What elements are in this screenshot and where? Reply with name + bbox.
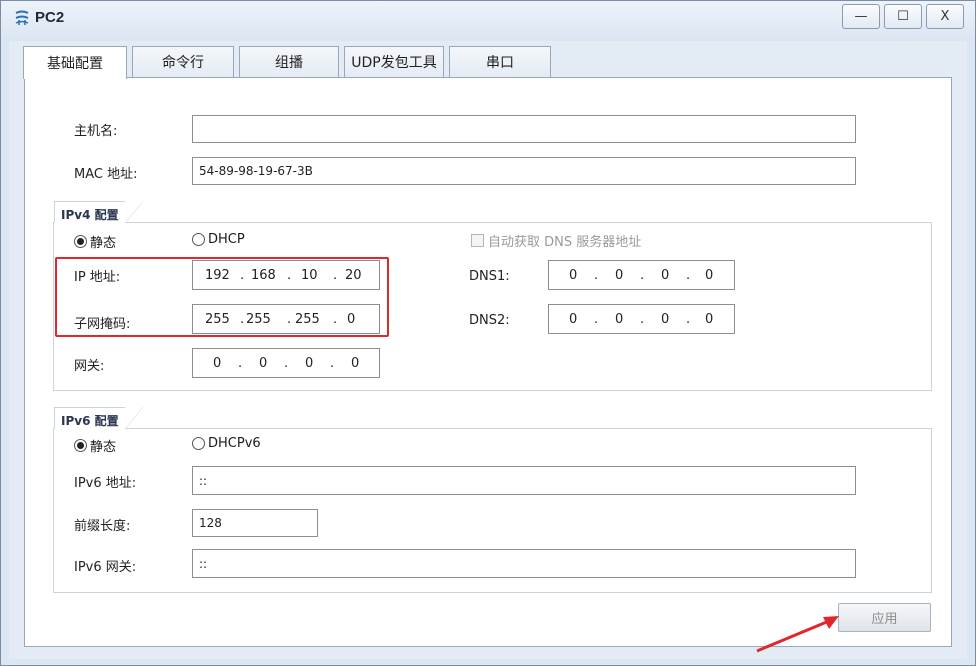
apply-button[interactable]: 应用 — [838, 603, 931, 632]
dns2-octet-2: 0 — [615, 311, 624, 327]
ipv4-dhcp-label: DHCP — [208, 232, 245, 247]
ipv6-address-label: IPv6 地址: — [74, 476, 137, 491]
dns2-octet-4: 0 — [705, 311, 714, 327]
ipv6-group-title: IPv6 配置 — [54, 407, 143, 429]
maximize-icon: ☐ — [897, 9, 909, 24]
checkbox-icon — [471, 234, 484, 247]
tab-command-line[interactable]: 命令行 — [132, 46, 234, 77]
dns1-octet-2: 0 — [615, 267, 624, 283]
subnet-mask-label: 子网掩码: — [74, 317, 131, 332]
mask-octet-2: 255 — [246, 311, 271, 327]
dns1-input[interactable]: 0 . 0 . 0 . 0 — [548, 260, 735, 290]
minimize-button[interactable]: — — [842, 4, 880, 29]
ipv6-static-label: 静态 — [90, 440, 117, 455]
dns2-octet-3: 0 — [661, 311, 670, 327]
dns1-label: DNS1: — [469, 269, 510, 284]
tab-udp-tool[interactable]: UDP发包工具 — [344, 46, 444, 77]
ip-octet-3: 10 — [301, 267, 318, 283]
annotation-arrow-icon — [756, 616, 839, 653]
ipv4-dhcp-radio[interactable]: DHCP — [192, 232, 245, 247]
dns2-octet-1: 0 — [569, 311, 578, 327]
tab-serial[interactable]: 串口 — [449, 46, 551, 77]
ipv4-static-label: 静态 — [90, 236, 117, 251]
ip-octet-2: 168 — [251, 267, 276, 283]
radio-selected-icon — [74, 235, 87, 248]
auto-dns-checkbox[interactable]: 自动获取 DNS 服务器地址 — [471, 231, 641, 250]
ip-octet-1: 192 — [205, 267, 230, 283]
gateway-input[interactable]: 0 . 0 . 0 . 0 — [192, 348, 380, 378]
ip-address-label: IP 地址: — [74, 270, 121, 285]
ipv6-gateway-input[interactable]: :: — [192, 549, 856, 578]
close-icon: X — [940, 9, 950, 24]
subnet-mask-input[interactable]: 255 . 255 . 255 . 0 — [192, 304, 380, 334]
ip-address-input[interactable]: 192 . 168 . 10 . 20 — [192, 260, 380, 290]
dns1-octet-4: 0 — [705, 267, 714, 283]
radio-selected-icon — [74, 439, 87, 452]
dns2-input[interactable]: 0 . 0 . 0 . 0 — [548, 304, 735, 334]
hostname-input[interactable] — [192, 115, 856, 143]
window-title: PC2 — [35, 9, 65, 26]
mac-label: MAC 地址: — [74, 167, 138, 182]
close-button[interactable]: X — [926, 4, 964, 29]
mask-octet-3: 255 — [295, 311, 320, 327]
ipv6-address-input[interactable]: :: — [192, 466, 856, 495]
ipv6-dhcpv6-radio[interactable]: DHCPv6 — [192, 436, 261, 451]
radio-unselected-icon — [192, 233, 205, 246]
mask-octet-1: 255 — [205, 311, 230, 327]
ipv4-group-title: IPv4 配置 — [54, 201, 143, 223]
ip-octet-4: 20 — [345, 267, 362, 283]
tab-basic-config[interactable]: 基础配置 — [23, 46, 127, 79]
gw-octet-2: 0 — [259, 355, 268, 371]
radio-unselected-icon — [192, 437, 205, 450]
ipv6-gateway-label: IPv6 网关: — [74, 560, 137, 575]
ipv6-static-radio[interactable]: 静态 — [74, 436, 116, 455]
dns1-octet-1: 0 — [569, 267, 578, 283]
pc-app-icon — [15, 10, 29, 25]
dns2-label: DNS2: — [469, 313, 510, 328]
ipv6-dhcpv6-label: DHCPv6 — [208, 436, 261, 451]
pc2-window: PC2 — ☐ X 基础配置 命令行 组播 UDP发包工具 串口 主机名: MA… — [0, 0, 976, 666]
gw-octet-4: 0 — [351, 355, 360, 371]
ipv4-static-radio[interactable]: 静态 — [74, 232, 116, 251]
tab-multicast[interactable]: 组播 — [239, 46, 339, 77]
gateway-label: 网关: — [74, 359, 105, 374]
title-bar[interactable]: PC2 — ☐ X — [1, 1, 975, 35]
gw-octet-3: 0 — [305, 355, 314, 371]
mask-octet-4: 0 — [347, 311, 356, 327]
maximize-button[interactable]: ☐ — [884, 4, 922, 29]
minimize-icon: — — [854, 9, 868, 24]
hostname-label: 主机名: — [74, 124, 118, 139]
dns1-octet-3: 0 — [661, 267, 670, 283]
prefix-length-input[interactable]: 128 — [192, 509, 318, 537]
gw-octet-1: 0 — [213, 355, 222, 371]
prefix-length-label: 前缀长度: — [74, 519, 131, 534]
mac-address-field: 54-89-98-19-67-3B — [192, 157, 856, 185]
auto-dns-label: 自动获取 DNS 服务器地址 — [488, 235, 642, 250]
